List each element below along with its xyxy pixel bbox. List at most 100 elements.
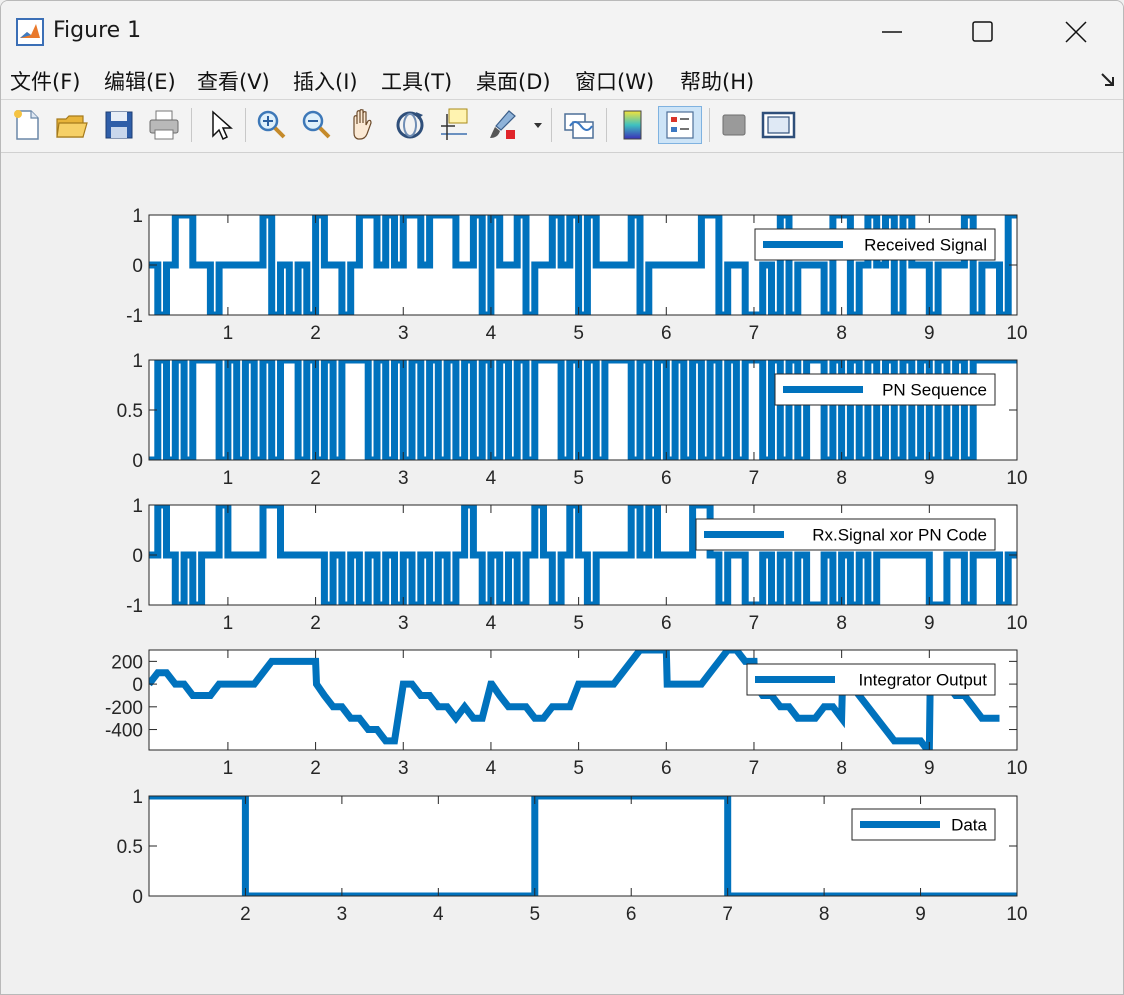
x-tick-label: 7 bbox=[749, 758, 760, 779]
x-tick-label: 5 bbox=[573, 613, 584, 634]
legend[interactable]: PN Sequence bbox=[774, 373, 996, 406]
zoom-out-icon bbox=[302, 110, 331, 139]
legend-button[interactable] bbox=[658, 106, 702, 144]
x-tick-label: 8 bbox=[819, 904, 830, 925]
save-button[interactable] bbox=[101, 106, 137, 144]
x-tick-label: 3 bbox=[398, 613, 409, 634]
x-tick-label: 10 bbox=[1006, 323, 1027, 344]
x-tick-label: 10 bbox=[1006, 613, 1027, 634]
x-tick-label: 5 bbox=[573, 323, 584, 344]
link-plot-icon bbox=[564, 113, 594, 139]
print-button[interactable] bbox=[146, 106, 182, 144]
x-tick-label: 9 bbox=[915, 904, 926, 925]
legend-label: PN Sequence bbox=[882, 381, 987, 400]
toolbar-separator bbox=[191, 108, 192, 142]
maximize-button[interactable] bbox=[958, 9, 1006, 55]
x-tick-label: 7 bbox=[749, 323, 760, 344]
x-tick-label: 2 bbox=[310, 758, 321, 779]
subplot-5[interactable]: 2 3 4 5 6 7 8 9 10 0 0.5 1 Data bbox=[117, 787, 1028, 925]
new-figure-icon bbox=[14, 110, 39, 140]
colorbar-icon bbox=[623, 110, 642, 140]
hide-plot-tools-button[interactable] bbox=[717, 106, 753, 144]
close-icon bbox=[1065, 21, 1087, 43]
menu-window[interactable]: 窗口(W) bbox=[575, 66, 654, 96]
zoom-out-button[interactable] bbox=[298, 106, 334, 144]
subplot-4[interactable]: 1 2 3 4 5 6 7 8 9 10 2000-200-400 Integrator Output bbox=[105, 649, 1028, 779]
x-tick-label: 1 bbox=[223, 323, 234, 344]
menu-insert[interactable]: 插入(I) bbox=[293, 66, 358, 96]
y-tick-label: 0.5 bbox=[117, 837, 143, 858]
close-button[interactable] bbox=[1052, 9, 1100, 55]
legend[interactable]: Rx.Signal xor PN Code bbox=[695, 518, 996, 551]
x-tick-label: 10 bbox=[1006, 904, 1027, 925]
x-tick-label: 1 bbox=[223, 613, 234, 634]
y-tick-label: 0.5 bbox=[117, 401, 143, 422]
zoom-in-button[interactable] bbox=[253, 106, 289, 144]
figure-window: Figure 1 文件(F) 编辑(E) 查看(V) 插入(I) 工具(T) 桌… bbox=[0, 0, 1124, 995]
brush-button[interactable] bbox=[485, 106, 521, 144]
legend[interactable]: Integrator Output bbox=[746, 663, 996, 696]
legend-label: Received Signal bbox=[864, 236, 987, 255]
rotate-3d-icon bbox=[396, 111, 424, 139]
open-file-icon bbox=[56, 115, 88, 138]
toolbar-separator bbox=[245, 108, 246, 142]
x-tick-label: 3 bbox=[398, 323, 409, 344]
y-tick-label: 200 bbox=[111, 652, 143, 673]
save-icon bbox=[105, 111, 133, 139]
expand-arrow-icon[interactable] bbox=[1099, 71, 1117, 89]
y-tick-label: 1 bbox=[132, 496, 143, 517]
show-plot-tools-button[interactable] bbox=[760, 106, 796, 144]
toolbar-separator bbox=[551, 108, 552, 142]
open-file-button[interactable] bbox=[53, 106, 89, 144]
y-tick-label: 0 bbox=[132, 546, 143, 567]
menu-file[interactable]: 文件(F) bbox=[10, 66, 80, 96]
show-plot-tools-icon bbox=[761, 111, 796, 139]
x-tick-label: 7 bbox=[749, 468, 760, 489]
x-tick-label: 9 bbox=[924, 468, 935, 489]
minimize-button[interactable] bbox=[868, 9, 916, 55]
x-tick-label: 3 bbox=[398, 468, 409, 489]
pan-button[interactable] bbox=[345, 106, 381, 144]
brush-dropdown-button[interactable] bbox=[528, 106, 548, 144]
title-bar[interactable]: Figure 1 bbox=[1, 1, 1123, 63]
minimize-icon bbox=[882, 31, 902, 33]
menu-view[interactable]: 查看(V) bbox=[197, 66, 270, 96]
x-tick-label: 4 bbox=[433, 904, 444, 925]
x-tick-label: 7 bbox=[749, 613, 760, 634]
colorbar-button[interactable] bbox=[615, 106, 651, 144]
menu-edit[interactable]: 编辑(E) bbox=[104, 66, 176, 96]
maximize-icon bbox=[972, 21, 993, 42]
subplot-1[interactable]: 1 2 3 4 5 6 7 8 9 10 -1 0 1 Received Signal bbox=[126, 206, 1027, 344]
menu-bar: 文件(F) 编辑(E) 查看(V) 插入(I) 工具(T) 桌面(D) 窗口(W… bbox=[1, 63, 1123, 100]
x-tick-label: 5 bbox=[573, 468, 584, 489]
x-tick-label: 5 bbox=[529, 904, 540, 925]
y-tick-label: 0 bbox=[132, 256, 143, 277]
x-tick-label: 10 bbox=[1006, 758, 1027, 779]
legend[interactable]: Received Signal bbox=[754, 228, 996, 261]
legend-label: Integrator Output bbox=[858, 671, 987, 690]
y-tick-label: 1 bbox=[132, 351, 143, 372]
subplot-figure: 1 2 3 4 5 6 7 8 9 10-101Received Signal1 2 3 4 5 6 7 8 9 1… bbox=[105, 206, 1028, 925]
legend[interactable]: Data bbox=[851, 808, 996, 841]
y-tick-label: 1 bbox=[132, 206, 143, 227]
subplot-2[interactable]: 1 2 3 4 5 6 7 8 9 10 0 0.5 1 PN Sequence bbox=[117, 351, 1028, 489]
y-tick-label: -400 bbox=[105, 721, 143, 742]
figure-toolbar bbox=[1, 100, 1123, 153]
rotate-3d-button[interactable] bbox=[392, 106, 428, 144]
edit-plot-button[interactable] bbox=[202, 106, 238, 144]
menu-help[interactable]: 帮助(H) bbox=[680, 66, 754, 96]
figure-canvas: 1 2 3 4 5 6 7 8 9 10 -1 0 1 Received Signal 1 2 3 4 5 6 7 8 9 1… bbox=[1, 153, 1123, 994]
subplot-3[interactable]: 1 2 3 4 5 6 7 8 9 10 -1 0 1 Rx.Signal xor PN Code bbox=[126, 496, 1027, 634]
x-tick-label: 5 bbox=[573, 758, 584, 779]
x-tick-label: 8 bbox=[836, 758, 847, 779]
data-cursor-button[interactable] bbox=[437, 106, 473, 144]
x-tick-label: 10 bbox=[1006, 468, 1027, 489]
x-tick-label: 2 bbox=[310, 613, 321, 634]
window-title: Figure 1 bbox=[53, 18, 142, 43]
x-tick-label: 8 bbox=[836, 323, 847, 344]
menu-tools[interactable]: 工具(T) bbox=[381, 66, 452, 96]
menu-desktop[interactable]: 桌面(D) bbox=[476, 66, 551, 96]
new-figure-button[interactable] bbox=[9, 106, 45, 144]
link-plot-button[interactable] bbox=[561, 106, 597, 144]
zoom-in-icon bbox=[257, 110, 286, 139]
